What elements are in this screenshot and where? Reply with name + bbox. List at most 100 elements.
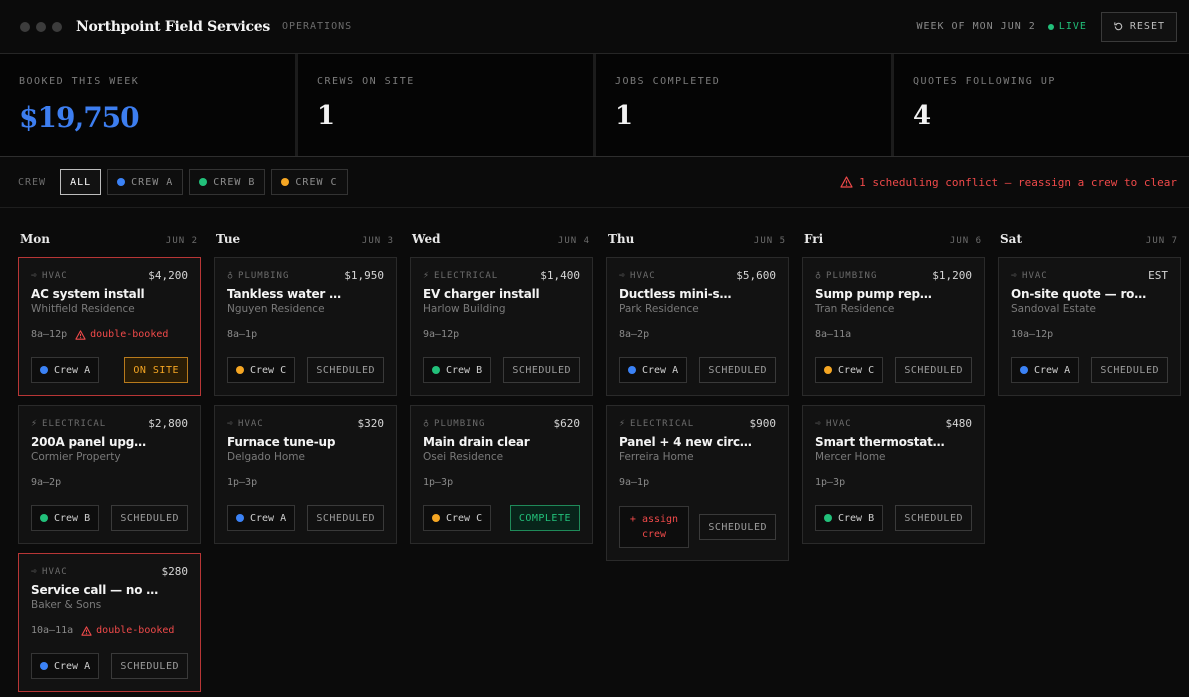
time-row: 10a–12p — [1011, 329, 1168, 340]
crew-dot-icon — [236, 514, 244, 522]
crew-label: Crew A — [1034, 364, 1071, 376]
filter-chip-crew-a[interactable]: CREW A — [107, 169, 184, 195]
stat-value: 1 — [317, 101, 335, 131]
window-maximize-dot[interactable] — [52, 21, 62, 32]
trade-label: HVAC — [42, 566, 68, 577]
crew-label: Crew A — [642, 364, 679, 376]
job-card[interactable]: ⚡ ELECTRICAL $2,800 200A panel upg… Cormier … — [18, 405, 201, 544]
card-header: ➾ HVAC $5,600 — [619, 269, 776, 282]
status-button[interactable]: SCHEDULED — [111, 505, 188, 531]
job-card[interactable]: ➾ HVAC $280 Service call — no … Baker & Sons… — [18, 553, 201, 692]
day-date: JUN 5 — [753, 236, 786, 246]
stat-quotes: QUOTES FOLLOWING UP 4 — [894, 54, 1189, 156]
trade-tag: ⚡ ELECTRICAL — [31, 418, 106, 429]
trade-tag: ➾ HVAC — [815, 418, 852, 429]
reset-button[interactable]: RESET — [1100, 11, 1177, 42]
customer-name: Ferreira Home — [619, 451, 694, 463]
crew-selector-button[interactable]: Crew C — [815, 357, 884, 383]
day-name: Wed — [412, 232, 441, 246]
card-header: ➾ HVAC $280 — [31, 565, 188, 578]
job-card[interactable]: ➾ HVAC $320 Furnace tune-up Delgado Home 1p–3… — [214, 405, 397, 544]
job-time: 8a–11a — [815, 329, 852, 340]
conflict-alert[interactable]: 1 scheduling conflict — reassign a crew … — [840, 176, 1177, 189]
status-button[interactable]: SCHEDULED — [699, 514, 776, 540]
assign-crew-button[interactable]: + assign crew — [619, 506, 689, 548]
status-button[interactable]: SCHEDULED — [111, 653, 188, 679]
status-button[interactable]: ON SITE — [124, 357, 188, 383]
hvac-icon: ➾ — [227, 418, 235, 429]
day-date: JUN 3 — [361, 236, 394, 246]
crew-label: Crew B — [446, 364, 483, 376]
job-time: 9a–2p — [31, 477, 62, 488]
crew-selector-button[interactable]: Crew A — [619, 357, 688, 383]
job-price: $4,200 — [148, 269, 188, 282]
crew-selector-button[interactable]: Crew A — [31, 357, 100, 383]
trade-label: PLUMBING — [238, 270, 290, 281]
app-subtitle: OPERATIONS — [281, 21, 353, 32]
job-card[interactable]: ⚡ ELECTRICAL $1,400 EV charger install Harlo… — [410, 257, 593, 396]
stat-value: 4 — [913, 101, 931, 131]
customer-name: Harlow Building — [423, 303, 506, 315]
trade-tag: ➾ HVAC — [1011, 270, 1048, 281]
crew-selector-button[interactable]: Crew B — [423, 357, 492, 383]
crew-selector-button[interactable]: Crew A — [1011, 357, 1080, 383]
job-card[interactable]: ➾ HVAC $480 Smart thermostat… Mercer Home 1p–… — [802, 405, 985, 544]
crew-selector-button[interactable]: Crew B — [815, 505, 884, 531]
day-column-thu: Thu JUN 5 ➾ HVAC $5,600 Ductless mini-s… Park … — [606, 232, 789, 692]
window-close-dot[interactable] — [20, 21, 30, 32]
job-card[interactable]: ⚡ ELECTRICAL $900 Panel + 4 new circ… Ferrei… — [606, 405, 789, 561]
double-booked-warning: double-booked — [75, 329, 168, 340]
crew-selector-button[interactable]: Crew C — [423, 505, 492, 531]
job-title: Furnace tune-up — [227, 435, 336, 449]
job-price: $1,200 — [932, 269, 972, 282]
job-title: Panel + 4 new circ… — [619, 435, 752, 449]
crew-selector-button[interactable]: Crew A — [31, 653, 100, 679]
card-actions: Crew B SCHEDULED — [423, 357, 580, 383]
live-dot-icon — [1047, 23, 1054, 30]
job-list: ➾ HVAC $5,600 Ductless mini-s… Park Residenc… — [606, 257, 789, 561]
hvac-icon: ➾ — [31, 270, 39, 281]
time-row: 1p–3p — [815, 477, 972, 488]
job-time: 1p–3p — [815, 477, 846, 488]
job-card[interactable]: ♁ PLUMBING $1,950 Tankless water … Nguyen Re… — [214, 257, 397, 396]
customer-name: Baker & Sons — [31, 599, 102, 611]
status-button[interactable]: SCHEDULED — [503, 357, 580, 383]
crew-selector-button[interactable]: Crew B — [31, 505, 100, 531]
plumbing-icon: ♁ — [423, 418, 431, 429]
status-button[interactable]: COMPLETE — [509, 505, 580, 531]
filter-chip-crew-b[interactable]: CREW B — [189, 169, 266, 195]
customer-name: Whitfield Residence — [31, 303, 135, 315]
trade-label: HVAC — [826, 418, 852, 429]
card-header: ➾ HVAC $4,200 — [31, 269, 188, 282]
top-bar: Northpoint Field Services OPERATIONS WEE… — [0, 0, 1189, 54]
filter-chip-all[interactable]: ALL — [60, 169, 102, 195]
job-title: Tankless water … — [227, 287, 341, 301]
time-row: 8a–11a — [815, 329, 972, 340]
time-row: 8a–2p — [619, 329, 776, 340]
status-button[interactable]: SCHEDULED — [307, 505, 384, 531]
crew-selector-button[interactable]: Crew A — [227, 505, 296, 531]
job-card[interactable]: ♁ PLUMBING $1,200 Sump pump rep… Tran Reside… — [802, 257, 985, 396]
time-row: 1p–3p — [227, 477, 384, 488]
stat-value: 1 — [615, 101, 633, 131]
window-minimize-dot[interactable] — [36, 21, 46, 32]
status-button[interactable]: SCHEDULED — [699, 357, 776, 383]
job-card[interactable]: ➾ HVAC $5,600 Ductless mini-s… Park Residenc… — [606, 257, 789, 396]
status-button[interactable]: SCHEDULED — [307, 357, 384, 383]
status-button[interactable]: SCHEDULED — [895, 505, 972, 531]
job-card[interactable]: ➾ HVAC $4,200 AC system install Whitfield Re… — [18, 257, 201, 396]
day-column-wed: Wed JUN 4 ⚡ ELECTRICAL $1,400 EV charger inst… — [410, 232, 593, 692]
trade-label: HVAC — [630, 270, 656, 281]
crew-selector-button[interactable]: Crew C — [227, 357, 296, 383]
card-actions: Crew A SCHEDULED — [31, 653, 188, 679]
status-button[interactable]: SCHEDULED — [1091, 357, 1168, 383]
crew-label: Crew C — [446, 512, 483, 524]
week-label: WEEK OF MON JUN 2 — [916, 21, 1036, 32]
job-card[interactable]: ♁ PLUMBING $620 Main drain clear Osei Reside… — [410, 405, 593, 544]
electrical-icon: ⚡ — [619, 418, 627, 429]
filter-chip-crew-c[interactable]: CREW C — [271, 169, 348, 195]
job-card[interactable]: ➾ HVAC EST On-site quote — ro… Sandoval Esta… — [998, 257, 1181, 396]
status-button[interactable]: SCHEDULED — [895, 357, 972, 383]
day-date: JUN 2 — [165, 236, 198, 246]
day-column-tue: Tue JUN 3 ♁ PLUMBING $1,950 Tankless water … N… — [214, 232, 397, 692]
